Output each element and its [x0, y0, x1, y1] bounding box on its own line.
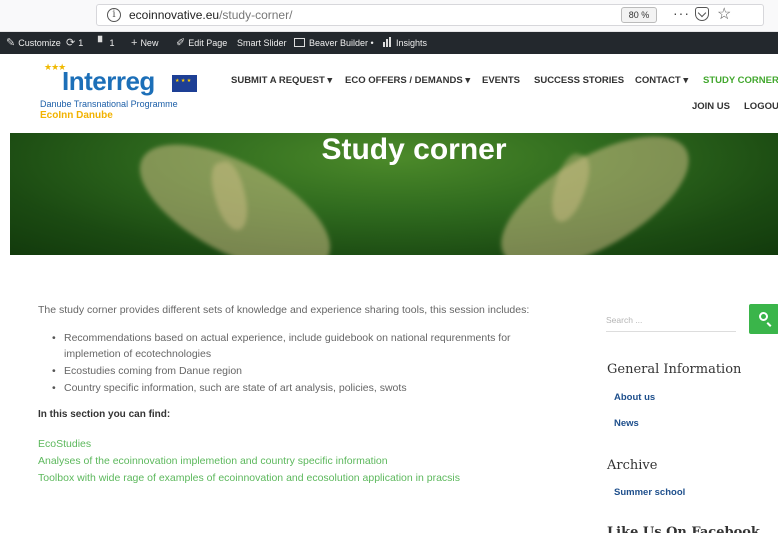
info-icon[interactable]: i: [107, 8, 121, 22]
widget-title-facebook: Like Us On Facebook: [607, 525, 760, 533]
search-icon: [759, 312, 768, 321]
section-heading: In this section you can find:: [38, 409, 171, 420]
admin-new-label: New: [140, 38, 159, 48]
link-toolbox[interactable]: Toolbox with wide rage of examples of ec…: [38, 470, 538, 487]
admin-comments[interactable]: ▘ 1: [98, 32, 114, 54]
admin-edit-page-label: Edit Page: [188, 38, 228, 48]
plus-icon: +: [131, 37, 138, 49]
eu-flag-icon: [172, 75, 197, 92]
admin-insights-label: Insights: [396, 38, 428, 48]
nav-events[interactable]: EVENTS: [482, 75, 520, 86]
nav-label: SUCCESS STORIES: [534, 75, 625, 86]
nav-join-us[interactable]: JOIN US: [692, 101, 730, 112]
zoom-level-badge[interactable]: 80 %: [621, 7, 657, 23]
admin-beaver-builder[interactable]: Beaver Builder •: [294, 32, 374, 54]
widget-title-general-information: General Information: [607, 362, 742, 377]
admin-customize-label: Customize: [18, 38, 61, 48]
logo-subtitle: Danube Transnational Programme: [40, 99, 178, 109]
site-logo[interactable]: ★★★ Interreg Danube Transnational Progra…: [40, 62, 210, 130]
sidebar-link-about-us[interactable]: About us: [614, 392, 655, 403]
nav-submit-request[interactable]: SUBMIT A REQUEST ▾: [231, 75, 332, 86]
nav-label: SUBMIT A REQUEST: [231, 75, 325, 86]
list-item: Ecostudies coming from Danue region: [52, 363, 538, 379]
logo-project-name: EcoInn Danube: [40, 110, 113, 121]
admin-updates-count: 1: [78, 38, 84, 48]
star-icon[interactable]: ☆: [717, 4, 731, 24]
nav-success-stories[interactable]: SUCCESS STORIES: [534, 75, 624, 86]
feature-list: Recommendations based on actual experien…: [52, 330, 538, 396]
more-icon[interactable]: ···: [673, 5, 690, 21]
url-text[interactable]: ecoinnovative.eu/study-corner/: [129, 8, 292, 22]
browser-toolbar: i ecoinnovative.eu/study-corner/ 80 % ··…: [0, 0, 778, 32]
admin-smart-slider-label: Smart Slider: [237, 38, 287, 48]
admin-beaver-builder-label: Beaver Builder: [309, 38, 369, 48]
admin-insights[interactable]: Insights: [383, 32, 427, 54]
bar-chart-icon: [383, 33, 392, 55]
nav-label: EVENTS: [482, 75, 521, 86]
comment-icon: ▘: [98, 37, 107, 49]
chevron-down-icon: ▾: [683, 75, 689, 86]
logo-wordmark: Interreg: [62, 66, 155, 96]
section-links: EcoStudies Analyses of the ecoinnovation…: [38, 436, 538, 487]
url-path: /study-corner/: [219, 8, 293, 22]
admin-customize[interactable]: ✎ Customize: [6, 32, 61, 54]
list-item: Recommendations based on actual experien…: [52, 330, 538, 362]
admin-smart-slider[interactable]: Smart Slider: [237, 32, 287, 54]
chevron-down-icon: ▾: [465, 75, 471, 86]
nav-label: CONTACT: [635, 75, 681, 86]
list-item: Country specific information, such are s…: [52, 380, 538, 396]
dot-icon: •: [368, 38, 374, 48]
nav-eco-offers-demands[interactable]: ECO OFFERS / DEMANDS ▾: [345, 75, 470, 86]
link-ecostudies[interactable]: EcoStudies: [38, 436, 538, 453]
widget-title-archive: Archive: [607, 458, 658, 473]
pocket-icon[interactable]: [695, 7, 709, 21]
address-bar[interactable]: i ecoinnovative.eu/study-corner/ 80 % ··…: [96, 4, 764, 26]
nav-label: STUDY CORNER: [703, 75, 778, 86]
sidebar-link-summer-school[interactable]: Summer school: [614, 487, 685, 498]
pencil-icon: ✐: [176, 37, 186, 49]
refresh-icon: ⟳: [66, 37, 76, 49]
wp-admin-bar: ✎ Customize ⟳ 1 ▘ 1 + New ✐ Edit Page Smart S…: [0, 32, 778, 54]
admin-new[interactable]: + New: [131, 32, 158, 54]
beaver-builder-icon: [294, 38, 305, 47]
admin-updates[interactable]: ⟳ 1: [66, 32, 83, 54]
site-header: ★★★ Interreg Danube Transnational Progra…: [0, 54, 778, 133]
nav-label: ECO OFFERS / DEMANDS: [345, 75, 463, 86]
sidebar-link-news[interactable]: News: [614, 418, 639, 429]
hero-banner: Study corner: [10, 133, 778, 255]
url-domain: ecoinnovative.eu: [129, 8, 220, 22]
sidebar-search: [606, 304, 778, 334]
intro-paragraph: The study corner provides different sets…: [38, 304, 530, 316]
link-analyses[interactable]: Analyses of the ecoinnovation implemetio…: [38, 453, 538, 470]
page-title: Study corner: [321, 133, 507, 166]
search-input[interactable]: [606, 308, 736, 332]
admin-edit-page[interactable]: ✐ Edit Page: [176, 32, 227, 54]
nav-contact[interactable]: CONTACT ▾: [635, 75, 688, 86]
brush-icon: ✎: [6, 37, 16, 49]
nav-logout[interactable]: LOGOUT: [744, 101, 778, 112]
main-content: The study corner provides different sets…: [38, 302, 538, 487]
search-button[interactable]: [749, 304, 778, 334]
chevron-down-icon: ▾: [327, 75, 333, 86]
nav-study-corner[interactable]: STUDY CORNER: [703, 75, 778, 86]
admin-comments-count: 1: [109, 38, 115, 48]
